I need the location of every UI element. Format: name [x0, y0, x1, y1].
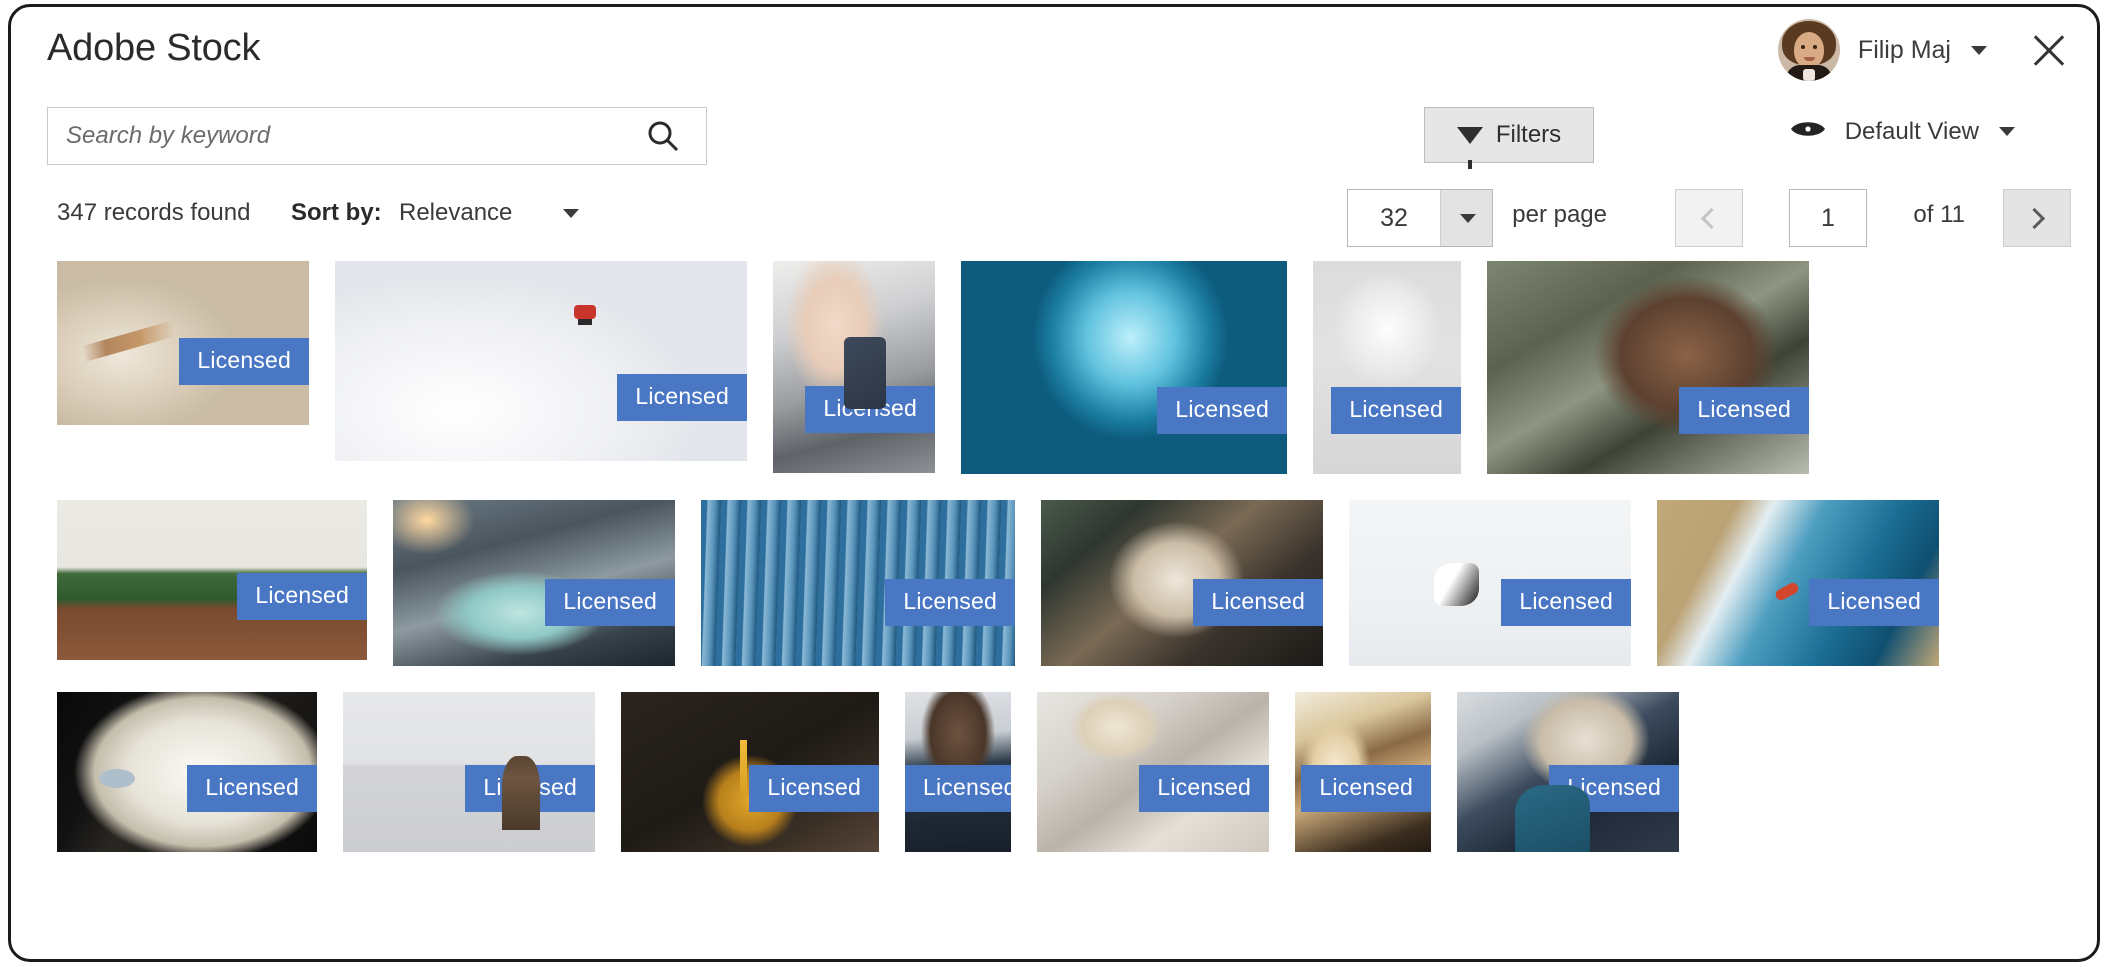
thumbnail-grandmother-hugging-boy[interactable]: Licensed	[1457, 692, 1679, 852]
licensed-badge: Licensed	[1809, 579, 1939, 626]
results-bar: 347 records found Sort by: Relevance 32 …	[11, 177, 2097, 261]
avatar	[1777, 19, 1840, 81]
image-grid-row: Licensed Licensed Licensed Licensed Licensed…	[11, 692, 2097, 852]
records-found-label: 347 records found	[57, 199, 251, 226]
licensed-badge: Licensed	[465, 765, 595, 812]
thumbnail-crane-bird-on-snow[interactable]: Licensed	[1349, 500, 1631, 666]
sort-by-value[interactable]: Relevance	[399, 199, 512, 227]
chevron-down-icon[interactable]	[1999, 127, 2015, 136]
user-name-label: Filip Maj	[1857, 35, 1951, 64]
thumbnail-honey-dipper-with-garlic[interactable]: Licensed	[621, 692, 879, 852]
image-results-grid: Licensed Licensed Licensed Licensed Licensed…	[11, 261, 2097, 852]
licensed-badge: Licensed	[237, 573, 367, 620]
chevron-right-icon	[2023, 207, 2046, 229]
per-page-value: 32	[1380, 203, 1408, 232]
chevron-left-icon	[1700, 207, 1723, 229]
licensed-badge: Licensed	[1157, 387, 1287, 434]
licensed-badge: Licensed	[805, 386, 935, 433]
licensed-badge: Licensed	[1139, 765, 1269, 812]
thumbnail-yarn-and-knitting-needles[interactable]: Licensed	[57, 261, 309, 425]
thumbnail-aerial-kayak-on-icy-river[interactable]: Licensed	[1657, 500, 1939, 666]
search-toolbar: Filters Default View	[11, 99, 2097, 177]
thumbnail-white-parachute-object[interactable]: Licensed	[1313, 261, 1461, 474]
page-title: Adobe Stock	[47, 27, 261, 69]
thumbnail-woman-wearing-gray-scarf[interactable]: Licensed	[773, 261, 935, 473]
view-selector[interactable]: Default View	[1789, 117, 2015, 146]
per-page-label: per page	[1512, 201, 1607, 228]
thumbnail-child-by-autumn-window[interactable]: Licensed	[1295, 692, 1431, 852]
licensed-badge: Licensed	[1501, 579, 1631, 626]
chevron-down-icon[interactable]	[1440, 190, 1492, 246]
image-grid-row: Licensed Licensed Licensed Licensed Licensed…	[11, 500, 2097, 666]
search-field-wrapper[interactable]	[47, 107, 707, 165]
chevron-down-icon[interactable]	[563, 209, 579, 218]
adobe-stock-window: Adobe Stock Filip Maj Search by keyword …	[8, 4, 2100, 962]
next-page-button[interactable]	[2003, 189, 2071, 247]
licensed-badge: Licensed	[545, 579, 675, 626]
thumbnail-snowboarder-on-snow-slope[interactable]: Licensed	[335, 261, 747, 461]
avatar-eye-right	[1812, 45, 1817, 49]
funnel-icon	[1456, 126, 1483, 169]
per-page-select[interactable]: 32	[1347, 189, 1493, 247]
sort-by-label: Sort by:	[291, 199, 382, 226]
avatar-eye-left	[1800, 45, 1805, 49]
licensed-badge: Licensed	[1301, 765, 1431, 812]
user-menu[interactable]: Filip Maj	[1777, 19, 2071, 81]
licensed-badge: Licensed	[1679, 387, 1809, 434]
chevron-down-icon[interactable]	[1971, 45, 1987, 55]
thumbnail-blue-ice-cave-interior[interactable]: Licensed	[961, 261, 1287, 474]
thumbnail-person-against-wall[interactable]: Licensed	[343, 692, 595, 852]
app-header: Adobe Stock Filip Maj	[11, 7, 2097, 99]
thumbnail-man-portrait-in-shop[interactable]: Licensed	[905, 692, 1011, 852]
avatar-collar	[1802, 69, 1815, 81]
thumbnail-woman-reading-at-counter[interactable]: Licensed	[1041, 500, 1323, 666]
licensed-badge: Licensed	[617, 374, 747, 421]
licensed-badge: Licensed	[1331, 387, 1461, 434]
licensed-badge: Licensed	[749, 765, 879, 812]
close-icon[interactable]	[2027, 28, 2071, 72]
search-icon[interactable]	[646, 119, 680, 153]
thumbnail-dog-on-bed-with-book[interactable]: Licensed	[1037, 692, 1269, 852]
filters-button[interactable]: Filters	[1424, 107, 1594, 169]
search-input[interactable]	[48, 122, 646, 150]
licensed-badge: Licensed	[1193, 579, 1323, 626]
view-selector-label: Default View	[1844, 117, 1979, 145]
caret-glyph	[1459, 213, 1476, 223]
image-grid-row: Licensed Licensed Licensed Licensed Licensed…	[11, 261, 2097, 474]
eye-icon	[1789, 117, 1827, 146]
page-number-input[interactable]: 1	[1789, 189, 1867, 247]
licensed-badge: Licensed	[885, 579, 1015, 626]
licensed-badge: Licensed	[905, 765, 1011, 812]
licensed-badge: Licensed	[187, 765, 317, 812]
filters-button-label: Filters	[1495, 121, 1562, 148]
licensed-badge: Licensed	[1549, 765, 1679, 812]
avatar-face	[1793, 32, 1824, 68]
licensed-badge: Licensed	[179, 338, 309, 385]
total-pages-label: of 11	[1913, 201, 1965, 228]
thumbnail-christmas-tree-farm[interactable]: Licensed	[57, 500, 367, 660]
thumbnail-soldier-hugging-child[interactable]: Licensed	[1487, 261, 1809, 474]
thumbnail-blue-water-curtain[interactable]: Licensed	[701, 500, 1015, 666]
previous-page-button[interactable]	[1675, 189, 1743, 247]
thumbnail-snowy-hot-spring-onsen[interactable]: Licensed	[393, 500, 675, 666]
thumbnail-polar-bear-resting[interactable]: Licensed	[57, 692, 317, 852]
